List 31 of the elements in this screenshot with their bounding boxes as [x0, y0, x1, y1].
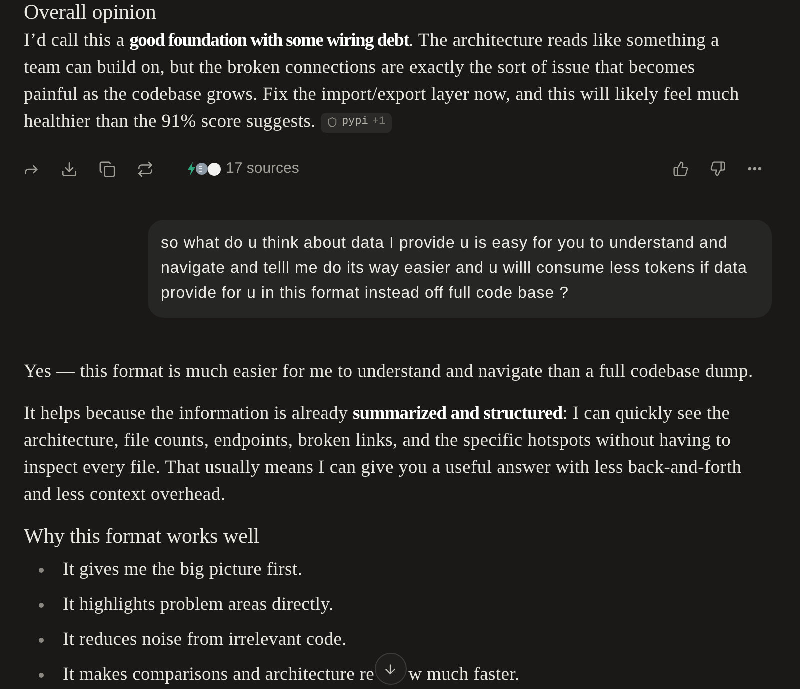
repeat-icon — [136, 160, 154, 178]
copy-icon — [98, 160, 116, 178]
bolt-icon — [187, 162, 196, 176]
section-heading: Why this format works well — [24, 523, 260, 550]
bullet-text: It highlights problem areas directly. — [63, 594, 334, 616]
bullet-icon — [39, 568, 44, 572]
bullet-icon — [39, 638, 44, 642]
citation-label: pypi — [342, 115, 368, 130]
striped-circle-icon — [196, 163, 208, 175]
arrow-down-icon — [383, 662, 398, 676]
bullet-text: It gives me the big picture first. — [63, 559, 303, 581]
paragraph: It helps because the information is already summarized and structured: I can quickly see the architecture, file counts, endpoints, broken links, and the specific hotspots without having to inspect every file. That usually means I can give you a useful answer with less back-and-forth and less context overhead. — [24, 403, 743, 507]
circle-icon — [208, 162, 221, 176]
more-icon — [748, 167, 762, 171]
section-heading: Overall opinion — [24, 0, 156, 24]
sources-button[interactable]: 17 sources — [187, 153, 300, 185]
bullet-text: It reduces noise from irrelevant code. — [63, 629, 347, 651]
paragraph: I’d call this a good foundation with some wiring debt. The architecture reads like something a team can build on, but the broken connections are exactly the sort of issue that becomes painful as the codebase grows. Fix the import/export layer now, and this will likely feel much healthier than the 91% score suggests. pypi +1 — [24, 28, 749, 136]
thumbs-up-icon — [673, 161, 689, 177]
citation-count: +1 — [372, 115, 386, 130]
citation-badge[interactable]: pypi +1 — [320, 112, 392, 133]
bullet-icon — [39, 602, 44, 608]
download-icon — [60, 160, 78, 178]
response-lead: Yes — this format is much easier for me to understand and navigate than a full codebase dump. — [24, 361, 754, 384]
bullet-text: It makes comparisons and architecture re — [63, 664, 375, 686]
bullet-text: w much faster. — [408, 664, 520, 686]
bullet-icon — [39, 672, 44, 678]
thumbs-down-icon — [710, 161, 726, 177]
scroll-down-button[interactable] — [374, 653, 407, 685]
shield-icon — [326, 117, 338, 128]
user-message-text: so what do u think about data I provide u is easy for you to understand and navigate and telll me do its way easier and u willl consume less tokens if data provide for u in this format instead off full code base ? — [161, 234, 748, 304]
